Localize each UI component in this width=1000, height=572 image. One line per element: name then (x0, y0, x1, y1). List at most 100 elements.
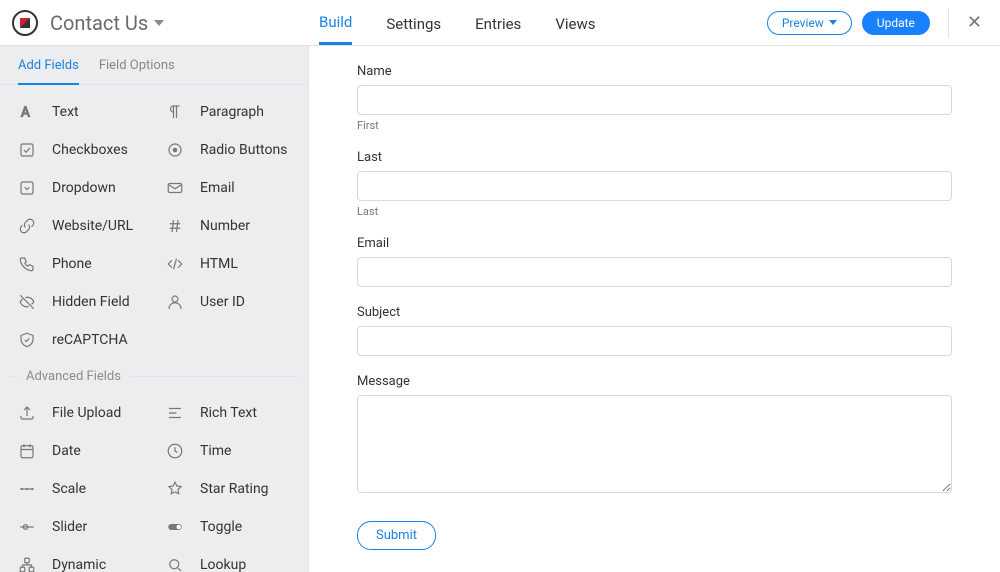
preview-button[interactable]: Preview (767, 11, 852, 35)
star-icon (164, 478, 186, 500)
phone-icon (16, 253, 38, 275)
form-field-last[interactable]: LastLast (357, 150, 952, 218)
name-input[interactable] (357, 85, 952, 115)
field-sublabel: First (357, 119, 952, 132)
message-input[interactable] (357, 395, 952, 493)
form-field-subject[interactable]: Subject (357, 305, 952, 356)
user-icon (164, 291, 186, 313)
field-type-label: File Upload (52, 405, 121, 421)
update-button[interactable]: Update (862, 11, 930, 35)
field-type-rich-text[interactable]: Rich Text (154, 394, 302, 432)
last-input[interactable] (357, 171, 952, 201)
radio-icon (164, 139, 186, 161)
field-type-user-id[interactable]: User ID (154, 283, 302, 321)
field-type-label: Phone (52, 256, 92, 272)
checkbox-icon (16, 139, 38, 161)
field-type-paragraph[interactable]: Paragraph (154, 93, 302, 131)
field-type-scale[interactable]: Scale (6, 470, 154, 508)
code-icon (164, 253, 186, 275)
email-input[interactable] (357, 257, 952, 287)
close-icon[interactable]: ✕ (965, 12, 984, 33)
dynamic-icon (16, 554, 38, 572)
email-icon (164, 177, 186, 199)
field-type-hidden-field[interactable]: Hidden Field (6, 283, 154, 321)
field-type-label: Dynamic (52, 557, 106, 572)
shield-icon (16, 329, 38, 351)
field-type-label: Checkboxes (52, 142, 128, 158)
field-type-text[interactable]: A Text (6, 93, 154, 131)
divider (948, 8, 949, 38)
form-field-message[interactable]: Message (357, 374, 952, 497)
field-type-dynamic[interactable]: Dynamic (6, 546, 154, 572)
text-icon: A (16, 101, 38, 123)
app-logo (12, 10, 38, 36)
toggle-icon (164, 516, 186, 538)
update-label: Update (877, 17, 915, 29)
field-type-radio-buttons[interactable]: Radio Buttons (154, 131, 302, 169)
tab-views[interactable]: Views (555, 3, 595, 44)
lookup-icon (164, 554, 186, 572)
field-type-slider[interactable]: Slider (6, 508, 154, 546)
hidden-icon (16, 291, 38, 313)
field-label: Email (357, 236, 952, 251)
form-field-email[interactable]: Email (357, 236, 952, 287)
field-type-recaptcha[interactable]: reCAPTCHA (6, 321, 154, 359)
field-label: Subject (357, 305, 952, 320)
field-type-label: Toggle (200, 519, 242, 535)
field-type-label: Email (200, 180, 235, 196)
field-type-phone[interactable]: Phone (6, 245, 154, 283)
field-type-checkboxes[interactable]: Checkboxes (6, 131, 154, 169)
tab-entries[interactable]: Entries (475, 3, 521, 44)
field-type-label: HTML (200, 256, 238, 272)
richtext-icon (164, 402, 186, 424)
sidebar-tab-field-options[interactable]: Field Options (99, 58, 175, 85)
field-type-label: Hidden Field (52, 294, 130, 310)
submit-button[interactable]: Submit (357, 521, 436, 550)
field-label: Message (357, 374, 952, 389)
field-type-label: Star Rating (200, 481, 269, 497)
field-type-number[interactable]: Number (154, 207, 302, 245)
field-type-html[interactable]: HTML (154, 245, 302, 283)
field-sublabel: Last (357, 205, 952, 218)
field-type-file-upload[interactable]: File Upload (6, 394, 154, 432)
field-type-label: User ID (200, 294, 245, 310)
field-type-label: Slider (52, 519, 87, 535)
form-title-dropdown[interactable]: Contact Us (50, 11, 164, 35)
tab-build[interactable]: Build (319, 1, 352, 45)
field-type-label: Text (52, 104, 79, 120)
field-type-lookup[interactable]: Lookup (154, 546, 302, 572)
field-type-label: Paragraph (200, 104, 264, 120)
field-type-label: Date (52, 443, 81, 459)
field-type-label: Radio Buttons (200, 142, 287, 158)
field-type-label: Rich Text (200, 405, 257, 421)
form-canvas: Name First LastLast Email Subject Message Sub… (309, 46, 1000, 572)
form-field-name[interactable]: Name First (357, 64, 952, 132)
preview-label: Preview (782, 17, 824, 29)
basic-fields-grid: A Text Paragraph Checkboxes Radio Buttons Dro… (0, 85, 308, 363)
upload-icon (16, 402, 38, 424)
tab-settings[interactable]: Settings (386, 3, 441, 44)
field-type-label: Time (200, 443, 231, 459)
field-type-email[interactable]: Email (154, 169, 302, 207)
main-tabs: Build Settings Entries Views (319, 0, 595, 46)
field-type-date[interactable]: Date (6, 432, 154, 470)
caret-down-icon (829, 20, 837, 25)
field-type-label: Lookup (200, 557, 246, 572)
svg-text:A: A (21, 105, 30, 121)
field-type-label: Scale (52, 481, 86, 497)
sidebar-tab-add-fields[interactable]: Add Fields (18, 58, 79, 85)
field-type-dropdown[interactable]: Dropdown (6, 169, 154, 207)
paragraph-icon (164, 101, 186, 123)
scale-icon (16, 478, 38, 500)
field-label: Name (357, 64, 952, 79)
field-type-time[interactable]: Time (154, 432, 302, 470)
field-type-website-url[interactable]: Website/URL (6, 207, 154, 245)
field-type-star-rating[interactable]: Star Rating (154, 470, 302, 508)
field-type-label: Website/URL (52, 218, 133, 234)
field-type-label: reCAPTCHA (52, 332, 128, 348)
time-icon (164, 440, 186, 462)
field-type-toggle[interactable]: Toggle (154, 508, 302, 546)
subject-input[interactable] (357, 326, 952, 356)
form-title: Contact Us (50, 11, 148, 35)
advanced-fields-heading: Advanced Fields (26, 369, 121, 384)
